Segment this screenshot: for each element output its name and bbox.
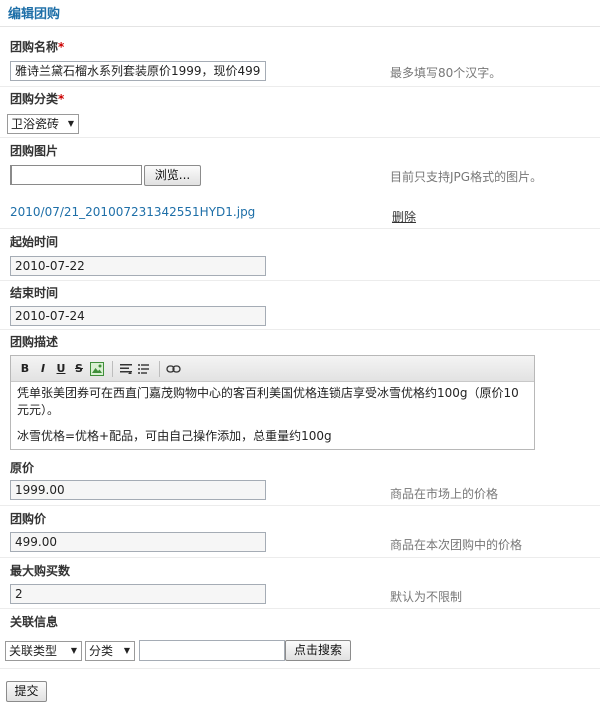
end-time-label: 结束时间 xyxy=(10,286,59,300)
original-price-input[interactable]: 1999.00 xyxy=(10,480,266,500)
browse-button[interactable]: 浏览... xyxy=(144,165,201,186)
underline-icon[interactable]: U xyxy=(53,361,69,377)
row-divider xyxy=(0,668,600,669)
editor-paragraph: 冰雪优格=优格+配品，可由自己操作添加，总重量约100g xyxy=(17,429,332,443)
related-category-value: 分类 xyxy=(89,644,114,658)
original-price-hint: 商品在市场上的价格 xyxy=(390,487,499,501)
required-mark: * xyxy=(58,40,65,54)
chevron-down-icon: ▼ xyxy=(70,646,77,655)
row-divider xyxy=(0,608,600,609)
align-icon[interactable] xyxy=(118,361,134,377)
name-label-text: 团购名称 xyxy=(10,40,59,54)
current-image-link[interactable]: 2010/07/21_201007231342551HYD1.jpg xyxy=(10,205,255,219)
group-price-label: 团购价 xyxy=(10,512,47,526)
image-file-input[interactable] xyxy=(10,165,142,185)
row-divider xyxy=(0,505,600,506)
name-label: 团购名称* xyxy=(10,38,64,55)
image-label: 团购图片 xyxy=(10,144,59,158)
toolbar-separator xyxy=(159,360,160,377)
category-select-value: 卫浴瓷砖 xyxy=(11,117,60,131)
group-price-hint: 商品在本次团购中的价格 xyxy=(390,538,523,552)
toolbar-separator xyxy=(112,360,113,377)
related-type-select[interactable]: 关联类型 ▼ xyxy=(5,641,82,661)
editor-toolbar: B I U S xyxy=(11,356,534,382)
related-search-input[interactable] xyxy=(139,640,285,661)
related-label: 关联信息 xyxy=(10,615,59,629)
max-purchase-input[interactable]: 2 xyxy=(10,584,266,604)
page-title: 编辑团购 xyxy=(8,7,61,22)
max-purchase-hint: 默认为不限制 xyxy=(390,590,463,604)
submit-button[interactable]: 提交 xyxy=(6,681,47,702)
link-icon[interactable] xyxy=(165,361,181,377)
row-divider xyxy=(0,557,600,558)
description-editor: B I U S 凭单张美团券可在西直门嘉茂购物中心的客百利美国优格连锁店享受冰雪… xyxy=(10,355,535,450)
category-label-text: 团购分类 xyxy=(10,92,59,106)
list-icon[interactable] xyxy=(136,361,152,377)
end-time-input[interactable]: 2010-07-24 xyxy=(10,306,266,326)
related-type-value: 关联类型 xyxy=(9,644,58,658)
editor-content[interactable]: 凭单张美团券可在西直门嘉茂购物中心的客百利美国优格连锁店享受冰雪优格约100g（… xyxy=(11,382,534,457)
category-label: 团购分类* xyxy=(10,90,64,107)
max-purchase-label: 最大购买数 xyxy=(10,564,71,578)
delete-image-link[interactable]: 删除 xyxy=(392,208,416,225)
chevron-down-icon: ▼ xyxy=(123,646,130,655)
original-price-label: 原价 xyxy=(10,461,35,475)
description-label: 团购描述 xyxy=(10,335,59,349)
group-price-input[interactable]: 499.00 xyxy=(10,532,266,552)
image-hint: 目前只支持JPG格式的图片。 xyxy=(390,170,543,184)
strikethrough-icon[interactable]: S xyxy=(71,361,87,377)
start-time-label: 起始时间 xyxy=(10,235,59,249)
required-mark: * xyxy=(58,92,65,106)
editor-paragraph: 凭单张美团券可在西直门嘉茂购物中心的客百利美国优格连锁店享受冰雪优格约100g（… xyxy=(17,386,519,417)
row-divider xyxy=(0,280,600,281)
search-button[interactable]: 点击搜索 xyxy=(285,640,351,661)
insert-image-icon[interactable] xyxy=(89,361,105,377)
name-input[interactable]: 雅诗兰黛石榴水系列套装原价1999，现价499 xyxy=(10,61,266,81)
bold-icon[interactable]: B xyxy=(17,361,33,377)
italic-icon[interactable]: I xyxy=(35,361,51,377)
chevron-down-icon: ▼ xyxy=(67,119,74,128)
category-select[interactable]: 卫浴瓷砖 ▼ xyxy=(7,114,79,134)
row-divider xyxy=(0,228,600,229)
row-divider xyxy=(0,137,600,138)
title-divider xyxy=(0,26,600,27)
start-time-input[interactable]: 2010-07-22 xyxy=(10,256,266,276)
name-hint: 最多填写80个汉字。 xyxy=(390,66,502,80)
row-divider xyxy=(0,329,600,330)
row-divider xyxy=(0,86,600,87)
related-category-select[interactable]: 分类 ▼ xyxy=(85,641,135,661)
